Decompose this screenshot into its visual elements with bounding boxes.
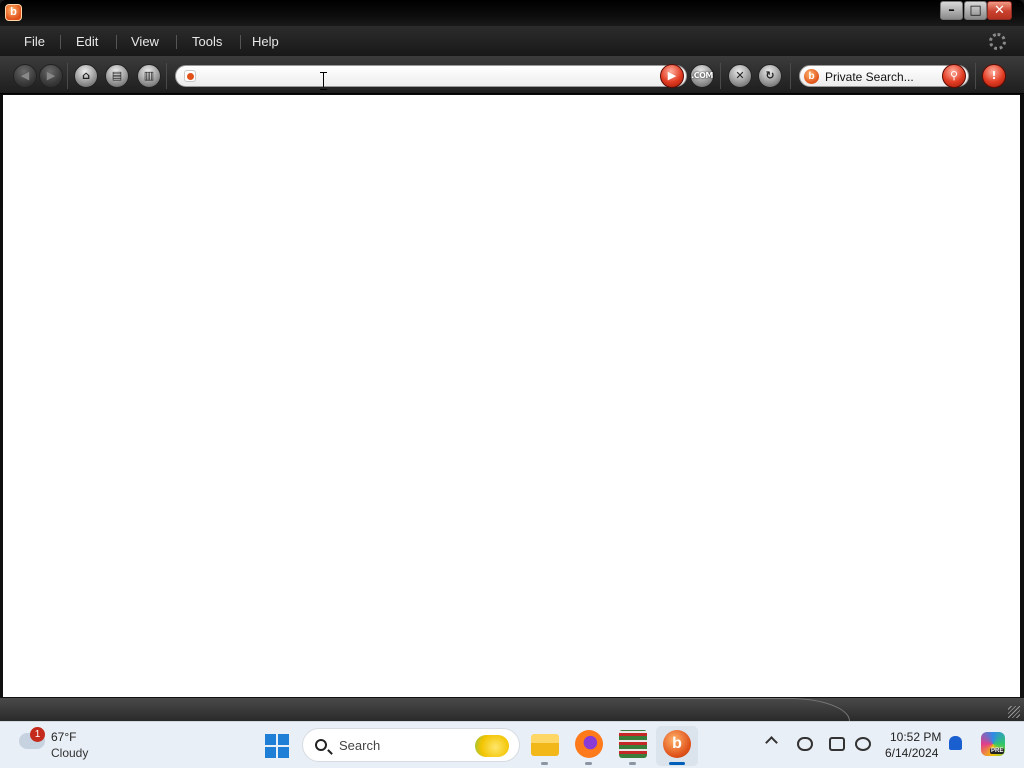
task-manager-icon[interactable] (619, 730, 647, 758)
forward-button[interactable]: ▶ (39, 64, 63, 88)
toolbar-separator (67, 63, 68, 89)
menu-file[interactable]: File (24, 34, 45, 49)
text-cursor-icon (320, 72, 327, 90)
status-bar (0, 697, 1024, 721)
running-indicator (541, 762, 548, 765)
weather-temperature[interactable]: 67°F (51, 730, 76, 744)
menu-view[interactable]: View (131, 34, 159, 49)
running-indicator (629, 762, 636, 765)
go-button[interactable]: ▶ (660, 64, 684, 88)
firefox-icon[interactable] (575, 730, 603, 758)
title-bar[interactable]: b – □ ✕ (0, 0, 1024, 26)
search-icon (315, 739, 327, 751)
refresh-button[interactable]: ↻ (758, 64, 782, 88)
active-indicator (669, 762, 685, 765)
browser-app-icon[interactable]: b (663, 730, 691, 758)
print-button[interactable]: ▤ (105, 64, 129, 88)
history-button[interactable]: ▥ (137, 64, 161, 88)
minimize-button[interactable]: – (940, 1, 963, 20)
status-bar-decoration (640, 698, 850, 721)
menu-bar: File Edit View Tools Help (0, 26, 1024, 56)
toolbar-separator (975, 63, 976, 89)
address-bar[interactable]: ▶ (175, 64, 687, 88)
display-icon[interactable] (829, 737, 845, 751)
menu-separator (60, 35, 61, 49)
menu-separator (176, 35, 177, 49)
copilot-preview-badge: PRE (990, 748, 1005, 754)
menu-separator (116, 35, 117, 49)
settings-gear-icon[interactable] (989, 33, 1006, 50)
navigation-toolbar: ◀ ▶ ⌂ ▤ ▥ ▶ .COM ✕ ↻ b ⚲ ! (0, 56, 1024, 94)
app-logo-icon[interactable]: b (5, 4, 22, 21)
search-input[interactable] (825, 69, 937, 84)
show-hidden-icons-chevron-icon[interactable] (765, 736, 778, 749)
stop-button[interactable]: ✕ (728, 64, 752, 88)
onedrive-offline-icon[interactable] (797, 737, 813, 751)
network-icon[interactable] (855, 737, 871, 751)
menu-help[interactable]: Help (252, 34, 279, 49)
alert-button[interactable]: ! (982, 64, 1006, 88)
menu-tools[interactable]: Tools (192, 34, 222, 49)
toolbar-separator (720, 63, 721, 89)
back-button[interactable]: ◀ (13, 64, 37, 88)
page-content[interactable] (3, 95, 1020, 697)
search-highlight-icon (475, 735, 509, 757)
clock-date[interactable]: 6/14/2024 (885, 746, 938, 760)
private-search-box[interactable]: b ⚲ (799, 64, 969, 88)
taskbar-search-label: Search (339, 738, 381, 753)
home-button[interactable]: ⌂ (74, 64, 98, 88)
search-engine-logo-icon: b (804, 69, 819, 84)
notification-bell-icon[interactable] (949, 736, 962, 750)
search-go-button[interactable]: ⚲ (942, 64, 966, 88)
minimize-icon: – (948, 3, 955, 18)
weather-condition[interactable]: Cloudy (51, 746, 88, 760)
windows-start-icon[interactable] (265, 734, 289, 758)
menu-edit[interactable]: Edit (76, 34, 98, 49)
running-indicator (585, 762, 592, 765)
resize-grip-icon[interactable] (1008, 706, 1020, 718)
dotcom-button[interactable]: .COM (690, 64, 714, 88)
taskbar-search[interactable]: Search (302, 728, 520, 762)
menu-separator (240, 35, 241, 49)
maximize-icon: □ (969, 3, 982, 18)
taskbar: 1 67°F Cloudy Search b 10:52 PM 6/14/202… (0, 721, 1024, 768)
browser-window: b – □ ✕ File Edit View Tools Help ◀ ▶ ⌂ … (0, 0, 1024, 721)
weather-notification-badge: 1 (30, 727, 45, 742)
maximize-button[interactable]: □ (964, 1, 987, 20)
close-icon: ✕ (994, 3, 1005, 18)
address-input[interactable] (204, 68, 654, 84)
toolbar-separator (790, 63, 791, 89)
close-button[interactable]: ✕ (987, 1, 1012, 20)
toolbar-separator (166, 63, 167, 89)
file-explorer-icon[interactable] (531, 734, 559, 756)
clock-time[interactable]: 10:52 PM (890, 730, 941, 744)
site-favicon-icon (184, 70, 196, 82)
